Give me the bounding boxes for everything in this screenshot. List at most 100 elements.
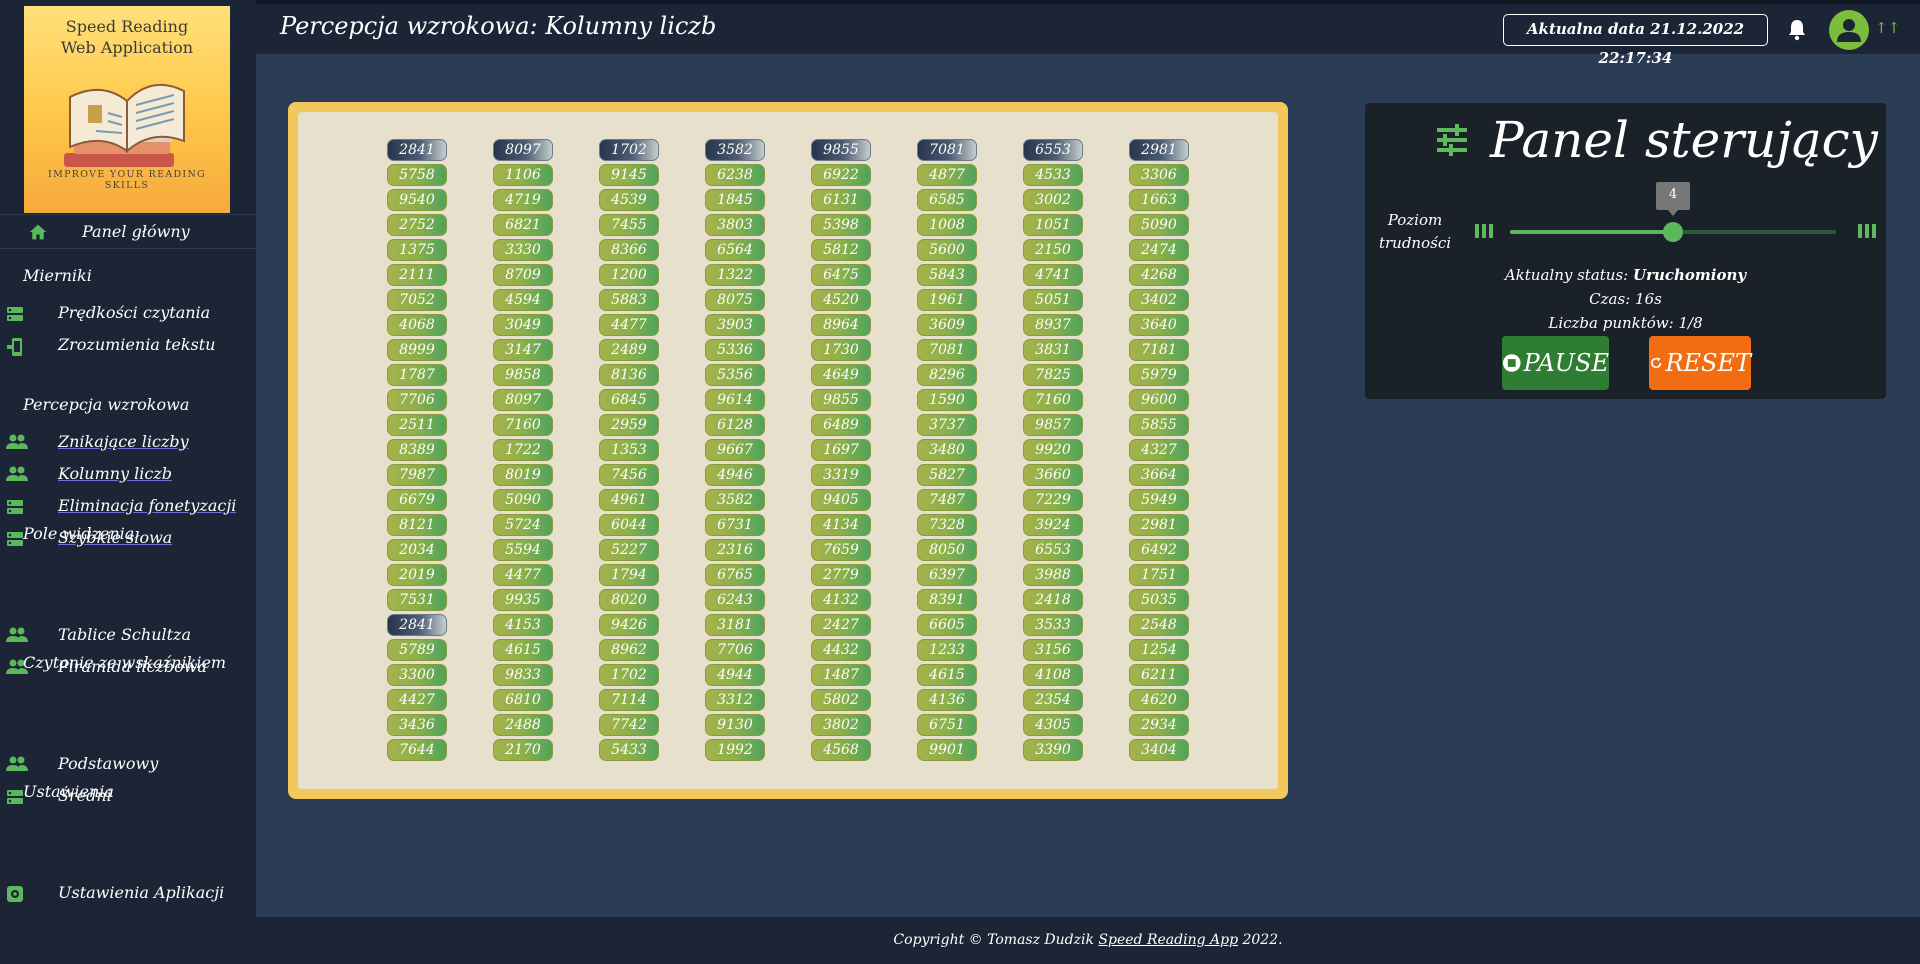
number-cell[interactable]: 3664	[1129, 464, 1189, 486]
number-cell[interactable]: 7328	[917, 514, 977, 536]
number-cell[interactable]: 7644	[387, 739, 447, 761]
number-cell[interactable]: 4946	[705, 464, 765, 486]
notifications-bell-icon[interactable]	[1788, 19, 1806, 45]
number-cell[interactable]: 5594	[493, 539, 553, 561]
number-cell[interactable]: 2981	[1129, 139, 1189, 161]
number-cell[interactable]: 6751	[917, 714, 977, 736]
number-cell[interactable]: 9540	[387, 189, 447, 211]
number-cell[interactable]: 7052	[387, 289, 447, 311]
number-cell[interactable]: 6397	[917, 564, 977, 586]
number-cell[interactable]: 4877	[917, 164, 977, 186]
number-cell[interactable]: 8964	[811, 314, 871, 336]
number-cell[interactable]: 3903	[705, 314, 765, 336]
number-cell[interactable]: 1663	[1129, 189, 1189, 211]
number-cell[interactable]: 6821	[493, 214, 553, 236]
number-cell[interactable]: 2779	[811, 564, 871, 586]
number-cell[interactable]: 6564	[705, 239, 765, 261]
number-cell[interactable]: 5758	[387, 164, 447, 186]
number-cell[interactable]: 9614	[705, 389, 765, 411]
number-cell[interactable]: 5035	[1129, 589, 1189, 611]
number-cell[interactable]: 9405	[811, 489, 871, 511]
number-cell[interactable]: 9600	[1129, 389, 1189, 411]
number-cell[interactable]: 3402	[1129, 289, 1189, 311]
number-cell[interactable]: 1353	[599, 439, 659, 461]
number-cell[interactable]: 5789	[387, 639, 447, 661]
number-cell[interactable]: 4594	[493, 289, 553, 311]
number-cell[interactable]: 8075	[705, 289, 765, 311]
number-cell[interactable]: 4520	[811, 289, 871, 311]
number-cell[interactable]: 3330	[493, 239, 553, 261]
sidebar-item[interactable]: Ustawienia Aplikacji	[0, 881, 256, 907]
number-cell[interactable]: 5855	[1129, 414, 1189, 436]
number-cell[interactable]: 3300	[387, 664, 447, 686]
number-cell[interactable]: 9145	[599, 164, 659, 186]
number-cell[interactable]: 7160	[493, 414, 553, 436]
number-cell[interactable]: 6605	[917, 614, 977, 636]
number-cell[interactable]: 4305	[1023, 714, 1083, 736]
number-cell[interactable]: 1590	[917, 389, 977, 411]
reset-button[interactable]: RESET	[1649, 336, 1751, 390]
number-cell[interactable]: 3049	[493, 314, 553, 336]
number-cell[interactable]: 5843	[917, 264, 977, 286]
number-cell[interactable]: 8097	[493, 389, 553, 411]
number-cell[interactable]: 3803	[705, 214, 765, 236]
number-cell[interactable]: 5600	[917, 239, 977, 261]
number-cell[interactable]: 1722	[493, 439, 553, 461]
number-cell[interactable]: 4533	[1023, 164, 1083, 186]
number-cell[interactable]: 4539	[599, 189, 659, 211]
pause-button[interactable]: PAUSE	[1502, 336, 1609, 390]
number-cell[interactable]: 5883	[599, 289, 659, 311]
number-cell[interactable]: 3181	[705, 614, 765, 636]
number-cell[interactable]: 7487	[917, 489, 977, 511]
sidebar-item-home[interactable]: Panel główny	[0, 218, 256, 248]
number-cell[interactable]: 3002	[1023, 189, 1083, 211]
number-cell[interactable]: 5090	[493, 489, 553, 511]
number-cell[interactable]: 8366	[599, 239, 659, 261]
number-cell[interactable]: 1254	[1129, 639, 1189, 661]
number-cell[interactable]: 3480	[917, 439, 977, 461]
number-cell[interactable]: 2959	[599, 414, 659, 436]
number-cell[interactable]: 2034	[387, 539, 447, 561]
number-cell[interactable]: 7114	[599, 689, 659, 711]
number-cell[interactable]: 1730	[811, 339, 871, 361]
number-cell[interactable]: 3924	[1023, 514, 1083, 536]
number-cell[interactable]: 6553	[1023, 139, 1083, 161]
number-cell[interactable]: 7531	[387, 589, 447, 611]
number-cell[interactable]: 2488	[493, 714, 553, 736]
number-cell[interactable]: 6922	[811, 164, 871, 186]
number-cell[interactable]: 3988	[1023, 564, 1083, 586]
number-cell[interactable]: 1051	[1023, 214, 1083, 236]
number-cell[interactable]: 4327	[1129, 439, 1189, 461]
number-cell[interactable]: 2752	[387, 214, 447, 236]
number-cell[interactable]: 4477	[599, 314, 659, 336]
number-cell[interactable]: 1008	[917, 214, 977, 236]
number-cell[interactable]: 8097	[493, 139, 553, 161]
number-cell[interactable]: 3609	[917, 314, 977, 336]
number-cell[interactable]: 6845	[599, 389, 659, 411]
number-cell[interactable]: 9920	[1023, 439, 1083, 461]
number-cell[interactable]: 6810	[493, 689, 553, 711]
number-cell[interactable]: 4615	[493, 639, 553, 661]
sidebar-item[interactable]: Zrozumienia tekstu	[0, 333, 256, 359]
number-cell[interactable]: 9426	[599, 614, 659, 636]
number-cell[interactable]: 2474	[1129, 239, 1189, 261]
app-logo[interactable]: Speed Reading Web Application IMPROVE YO…	[24, 6, 230, 213]
number-cell[interactable]: 4068	[387, 314, 447, 336]
number-cell[interactable]: 1787	[387, 364, 447, 386]
number-cell[interactable]: 1702	[599, 139, 659, 161]
number-cell[interactable]: 2489	[599, 339, 659, 361]
sidebar-item[interactable]: Tablice Schultza	[0, 623, 256, 649]
sidebar-item[interactable]: Znikające liczby	[0, 430, 256, 456]
number-cell[interactable]: 7659	[811, 539, 871, 561]
number-cell[interactable]: 5802	[811, 689, 871, 711]
number-cell[interactable]: 2934	[1129, 714, 1189, 736]
number-cell[interactable]: 6128	[705, 414, 765, 436]
number-cell[interactable]: 2427	[811, 614, 871, 636]
number-cell[interactable]: 4153	[493, 614, 553, 636]
number-cell[interactable]: 8391	[917, 589, 977, 611]
number-cell[interactable]: 2170	[493, 739, 553, 761]
number-cell[interactable]: 7456	[599, 464, 659, 486]
number-cell[interactable]: 4477	[493, 564, 553, 586]
number-cell[interactable]: 6238	[705, 164, 765, 186]
number-cell[interactable]: 5724	[493, 514, 553, 536]
